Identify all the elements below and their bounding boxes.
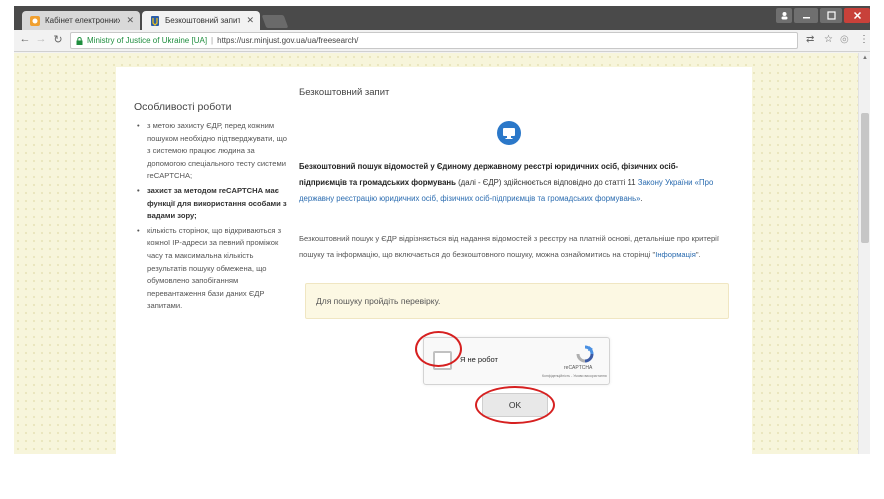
profile-icon[interactable] <box>776 8 792 23</box>
scrollbar-thumb[interactable] <box>861 113 869 243</box>
trident-favicon-icon <box>151 15 159 26</box>
intro-text: (далі - ЄДР) здійснюється відповідно до … <box>455 178 638 187</box>
intro-paragraph: Безкоштовний пошук відомостей у Єдиному … <box>299 159 719 207</box>
scrollbar[interactable]: ▲ <box>858 53 870 454</box>
details-paragraph: Безкоштовний пошук у ЄДР відрізняється в… <box>299 231 719 263</box>
list-item: кількість сторінок, що відкриваються з к… <box>134 225 289 313</box>
details-end: ". <box>695 250 701 259</box>
verification-notice: Для пошуку пройдіть перевірку. <box>305 283 729 319</box>
content-panel: Особливості роботи з метою захисту ЄДР, … <box>116 67 752 454</box>
features-sidebar: Особливості роботи з метою захисту ЄДР, … <box>134 101 289 315</box>
list-item: захист за методом reCAPTCHA має функції … <box>134 185 289 223</box>
address-bar[interactable]: Ministry of Justice of Ukraine [UA] | ht… <box>70 32 798 49</box>
tab-title: Кабінет електронних се <box>45 16 121 25</box>
recaptcha-logo-icon <box>576 345 594 363</box>
main-content: Безкоштовний запит Безкоштовний пошук ві… <box>299 87 729 424</box>
features-list: з метою захисту ЄДР, перед кожним пошуко… <box>134 120 289 313</box>
sidebar-title: Особливості роботи <box>134 101 232 113</box>
list-item: з метою захисту ЄДР, перед кожним пошуко… <box>134 120 289 183</box>
browser-toolbar: ← → ↻ Ministry of Justice of Ukraine [UA… <box>14 30 870 52</box>
cabinet-favicon-icon <box>30 15 40 26</box>
tab-title: Безкоштовний запит | М <box>165 16 241 25</box>
close-icon[interactable]: ✕ <box>126 15 134 26</box>
information-link[interactable]: Інформація <box>655 250 696 259</box>
recaptcha-brand: reCAPTCHA <box>564 365 593 371</box>
scroll-up-arrow-icon[interactable]: ▲ <box>862 55 868 61</box>
page-viewport: Особливості роботи з метою захисту ЄДР, … <box>14 53 870 454</box>
arrow-left-icon[interactable]: ← <box>18 33 32 45</box>
minimize-icon[interactable] <box>794 8 818 23</box>
tab-cabinet[interactable]: Кабінет електронних се ✕ <box>22 11 140 30</box>
extension-icon[interactable]: ◎ <box>840 34 849 45</box>
ok-highlight-ring <box>475 386 555 424</box>
translate-icon[interactable]: ⇄ <box>806 34 814 45</box>
site-identity: Ministry of Justice of Ukraine [UA] <box>87 36 208 45</box>
monitor-icon <box>497 121 521 145</box>
url-separator: | <box>211 36 214 45</box>
checkbox-highlight-ring <box>415 331 462 367</box>
recaptcha-label: Я не робот <box>460 355 498 364</box>
lock-icon <box>76 36 83 45</box>
arrow-right-icon[interactable]: → <box>34 33 48 45</box>
tab-free-search[interactable]: Безкоштовний запит | М ✕ <box>142 11 260 30</box>
new-tab-button[interactable] <box>261 15 289 28</box>
browser-window: Кабінет електронних се ✕ Безкоштовний за… <box>14 6 870 454</box>
page-title: Безкоштовний запит <box>299 87 390 98</box>
maximize-icon[interactable] <box>820 8 842 23</box>
star-icon[interactable]: ☆ <box>824 34 833 45</box>
tab-strip: Кабінет електронних се ✕ Безкоштовний за… <box>14 6 870 30</box>
kebab-menu-icon[interactable]: ⋮ <box>859 34 869 45</box>
recaptcha-privacy-links[interactable]: Конфіденційність - Умови використання <box>542 374 607 378</box>
intro-end: . <box>640 194 643 203</box>
window-close-icon[interactable] <box>844 8 870 23</box>
close-icon[interactable]: ✕ <box>246 15 254 26</box>
url-text: https://usr.minjust.gov.ua/ua/freesearch… <box>217 36 359 45</box>
reload-icon[interactable]: ↻ <box>51 33 65 46</box>
